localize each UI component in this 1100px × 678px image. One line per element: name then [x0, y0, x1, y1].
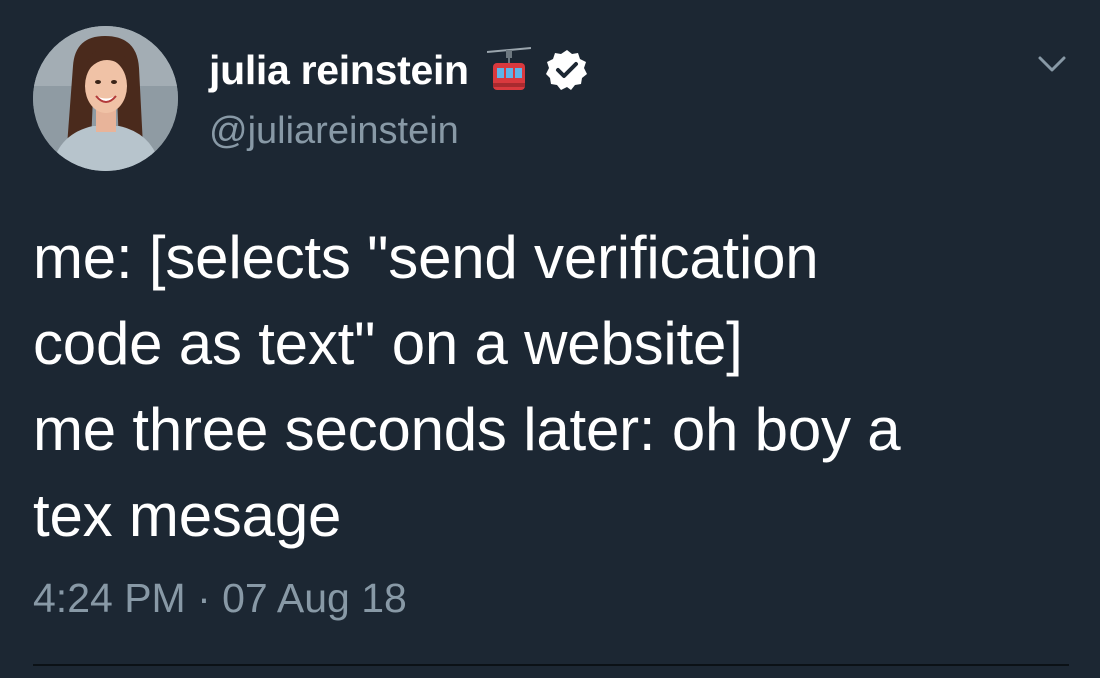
tweet-text: me: [selects "send verification code as …	[33, 215, 1073, 559]
aerial-tramway-icon	[486, 46, 531, 94]
tweet-text-line: me three seconds later: oh boy a	[33, 396, 901, 463]
author-handle[interactable]: @juliareinstein	[209, 110, 459, 153]
avatar-photo	[33, 26, 178, 171]
tweet-text-line: code as text" on a website]	[33, 310, 743, 377]
tweet-text-line: me: [selects "send verification	[33, 224, 819, 291]
tweet-text-line: tex mesage	[33, 482, 342, 549]
divider	[33, 664, 1069, 666]
tweet-timestamp[interactable]: 4:24 PM · 07 Aug 18	[33, 575, 407, 622]
avatar[interactable]	[33, 26, 178, 171]
tweet-card: julia reinstein @juliareinstein me: [sel…	[0, 0, 1100, 678]
author-display-name[interactable]: julia reinstein	[209, 47, 469, 94]
verified-badge-icon	[545, 48, 589, 92]
author-name-row[interactable]: julia reinstein	[209, 44, 589, 96]
chevron-down-icon[interactable]	[1034, 50, 1070, 78]
